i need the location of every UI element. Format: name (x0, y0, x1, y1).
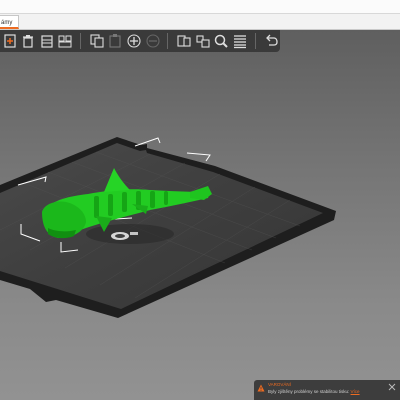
remove-instance-icon[interactable] (144, 31, 162, 51)
toolbar-divider (80, 33, 82, 49)
search-icon[interactable] (212, 31, 230, 51)
title-bar (0, 0, 400, 14)
copy-icon[interactable] (88, 31, 106, 51)
delete-all-icon[interactable] (38, 31, 56, 51)
toolbar-divider (167, 33, 169, 49)
layers-icon[interactable] (231, 31, 249, 51)
tab-3d-view[interactable]: ámy (0, 15, 20, 29)
undo-icon[interactable] (262, 31, 280, 51)
add-instance-icon[interactable] (125, 31, 143, 51)
3d-viewport[interactable] (0, 30, 400, 400)
notification-message-text: Byly zjištěny problémy se stabilitou tis… (268, 389, 350, 394)
split-objects-icon[interactable] (175, 31, 193, 51)
add-icon[interactable] (1, 31, 19, 51)
split-parts-icon[interactable] (194, 31, 212, 51)
delete-icon[interactable] (20, 31, 38, 51)
notification-message: Byly zjištěny problémy se stabilitou tis… (268, 388, 396, 395)
warning-icon (257, 384, 265, 392)
paste-icon[interactable] (107, 31, 125, 51)
toolbar-divider (254, 33, 256, 49)
arrange-icon[interactable] (57, 31, 75, 51)
tab-bar: ámy (0, 14, 400, 30)
warning-notification: VAROVÁNÍ Byly zjištěny problémy se stabi… (254, 380, 400, 400)
main-toolbar (0, 30, 280, 52)
scene (0, 137, 336, 318)
notification-link[interactable]: Více (351, 389, 360, 394)
close-icon[interactable] (388, 383, 396, 391)
